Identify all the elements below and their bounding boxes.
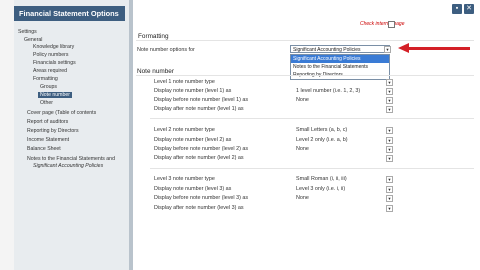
chevron-down-icon[interactable]: ▼ — [386, 106, 393, 113]
row-value: 1 level number (i.e. 1, 2, 3) — [296, 88, 361, 94]
row-label: Display after note number (level 1) as — [154, 106, 244, 112]
nav-income-statement[interactable]: Income Statement — [27, 137, 69, 143]
chevron-down-icon[interactable]: ▼ — [386, 137, 393, 144]
red-arrow-icon — [398, 43, 409, 53]
dialog-title: Financial Statement Options — [14, 6, 125, 21]
nav-policy-numbers[interactable]: Policy numbers — [33, 52, 68, 58]
note-options-select[interactable]: Significant Accounting Policies — [290, 45, 390, 53]
row-label: Display after note number (level 3) as — [154, 205, 244, 211]
note-number-title: Note number — [137, 68, 174, 75]
nav-balance-sheet[interactable]: Balance Sheet — [27, 146, 61, 152]
row-label: Level 2 note number type — [154, 127, 215, 133]
group-separator — [150, 118, 474, 119]
row-label: Display before note number (level 3) as — [154, 195, 249, 201]
dropdown-option[interactable]: Notes to the Financial Statements — [291, 63, 389, 71]
nav-notes-to-fs[interactable]: Notes to the Financial Statements and — [27, 156, 115, 162]
row-value: Level 2 only (i.e. a, b) — [296, 137, 348, 143]
nav-settings[interactable]: Settings — [18, 29, 37, 35]
nav-general[interactable]: General — [24, 37, 42, 43]
row-label: Level 3 note number type — [154, 176, 215, 182]
chevron-down-icon[interactable]: ▼ — [386, 146, 393, 153]
section-separator — [136, 75, 474, 76]
nav-formatting[interactable]: Formatting — [33, 76, 58, 82]
row-value: Level 3 only (i.e. i, ii) — [296, 186, 346, 192]
row-label: Display before note number (level 2) as — [154, 146, 249, 152]
chevron-down-icon[interactable]: ▼ — [386, 176, 393, 183]
nav-financials-settings[interactable]: Financials settings — [33, 60, 76, 66]
row-value: None — [296, 195, 309, 201]
check-internal-link[interactable]: Check internal/page — [360, 21, 404, 27]
dropdown-option[interactable]: Significant Accounting Policies — [291, 55, 389, 63]
nav-knowledge-library[interactable]: Knowledge library — [33, 44, 74, 50]
chevron-down-icon[interactable]: ▼ — [386, 79, 393, 86]
row-label: Display note number (level 3) as — [154, 186, 232, 192]
row-label: Level 1 note number type — [154, 79, 215, 85]
nav-note-number[interactable]: Note number — [38, 92, 72, 98]
formatting-title: Formatting — [138, 33, 169, 40]
left-gutter — [0, 0, 14, 270]
nav-reporting-by-directors[interactable]: Reporting by Directors — [27, 128, 79, 134]
row-value: None — [296, 97, 309, 103]
header-separator — [136, 40, 474, 41]
row-value: None — [296, 146, 309, 152]
check-internal-checkbox[interactable] — [388, 21, 395, 28]
nav-report-of-auditors[interactable]: Report of auditors — [27, 119, 68, 125]
chevron-down-icon[interactable]: ▼ — [386, 88, 393, 95]
note-options-label: Note number options for — [137, 47, 195, 53]
save-icon[interactable]: ▪ — [452, 4, 462, 14]
chevron-down-icon[interactable]: ▼ — [386, 127, 393, 134]
chevron-down-icon[interactable]: ▼ — [386, 155, 393, 162]
row-label: Display after note number (level 2) as — [154, 155, 244, 161]
nav-groups[interactable]: Groups — [40, 84, 57, 90]
row-label: Display note number (level 1) as — [154, 88, 232, 94]
red-arrow-shaft — [408, 47, 470, 50]
nav-significant-policies[interactable]: Significant Accounting Policies — [33, 163, 103, 169]
nav-cover-page[interactable]: Cover page (Table of contents — [27, 110, 96, 116]
chevron-down-icon[interactable]: ▼ — [386, 205, 393, 212]
nav-areas-required[interactable]: Areas required — [33, 68, 67, 74]
chevron-down-icon[interactable]: ▼ — [386, 97, 393, 104]
row-label: Display before note number (level 1) as — [154, 97, 249, 103]
chevron-down-icon[interactable]: ▼ — [386, 195, 393, 202]
row-label: Display note number (level 2) as — [154, 137, 232, 143]
row-value: Small Letters (a, b, c) — [296, 127, 348, 133]
chevron-down-icon[interactable]: ▼ — [384, 46, 391, 53]
chevron-down-icon[interactable]: ▼ — [386, 186, 393, 193]
nav-other[interactable]: Other — [40, 100, 53, 106]
group-separator — [150, 168, 474, 169]
close-icon[interactable]: ✕ — [464, 4, 474, 14]
note-options-dropdown: Significant Accounting Policies Notes to… — [290, 54, 390, 80]
row-value: Small Roman (i, ii, iii) — [296, 176, 347, 182]
